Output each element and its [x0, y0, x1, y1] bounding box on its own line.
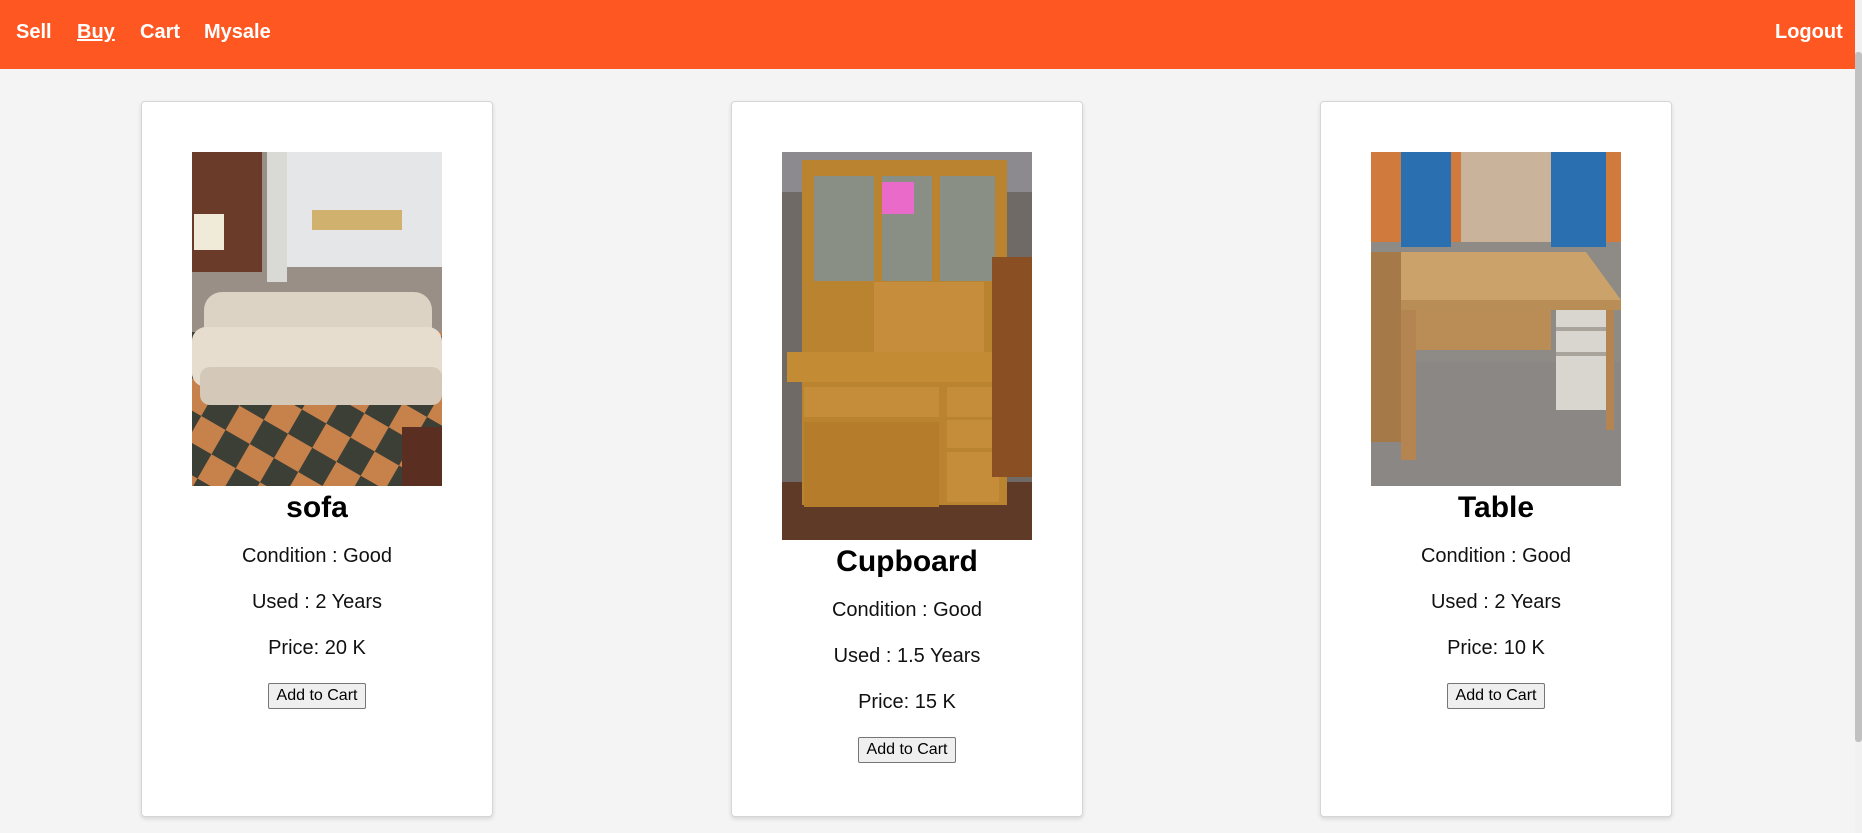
- add-to-cart-button[interactable]: Add to Cart: [857, 737, 957, 763]
- product-card-sofa: sofa Condition : Good Used : 2 Years Pri…: [141, 101, 493, 817]
- sofa-image: [192, 152, 442, 486]
- add-to-cart-button[interactable]: Add to Cart: [1446, 683, 1546, 709]
- product-price: Price: 10 K: [1447, 637, 1545, 659]
- cupboard-photo-illustration: [782, 152, 1032, 540]
- top-navbar: Sell Buy Cart Mysale Logout: [0, 0, 1855, 69]
- product-name: sofa: [286, 491, 348, 524]
- product-name: Table: [1457, 491, 1535, 524]
- product-condition: Condition : Good: [241, 545, 393, 567]
- add-to-cart-button[interactable]: Add to Cart: [267, 683, 367, 709]
- product-card-table: Table Condition : Good Used : 2 Years Pr…: [1320, 101, 1672, 817]
- product-price: Price: 20 K: [268, 637, 366, 659]
- product-condition: Condition : Good: [831, 599, 983, 621]
- product-condition: Condition : Good: [1420, 545, 1572, 567]
- product-name: Cupboard: [836, 545, 978, 578]
- sofa-photo-illustration: [192, 152, 442, 486]
- product-used: Used : 2 Years: [1430, 591, 1562, 613]
- nav-cart-link[interactable]: Cart: [140, 21, 180, 44]
- product-price: Price: 15 K: [858, 691, 956, 713]
- table-image: [1371, 152, 1621, 486]
- product-card-cupboard: Cupboard Condition : Good Used : 1.5 Yea…: [731, 101, 1083, 817]
- nav-mysale-link[interactable]: Mysale: [204, 21, 271, 44]
- nav-buy-link[interactable]: Buy: [77, 21, 115, 44]
- table-photo-illustration: [1371, 152, 1621, 486]
- product-used: Used : 2 Years: [251, 591, 383, 613]
- nav-sell-link[interactable]: Sell: [16, 21, 52, 44]
- product-used: Used : 1.5 Years: [833, 645, 981, 667]
- scrollbar-thumb[interactable]: [1855, 52, 1862, 742]
- cupboard-image: [782, 152, 1032, 540]
- nav-logout-link[interactable]: Logout: [1775, 21, 1843, 44]
- page-scrollbar[interactable]: [1855, 0, 1862, 833]
